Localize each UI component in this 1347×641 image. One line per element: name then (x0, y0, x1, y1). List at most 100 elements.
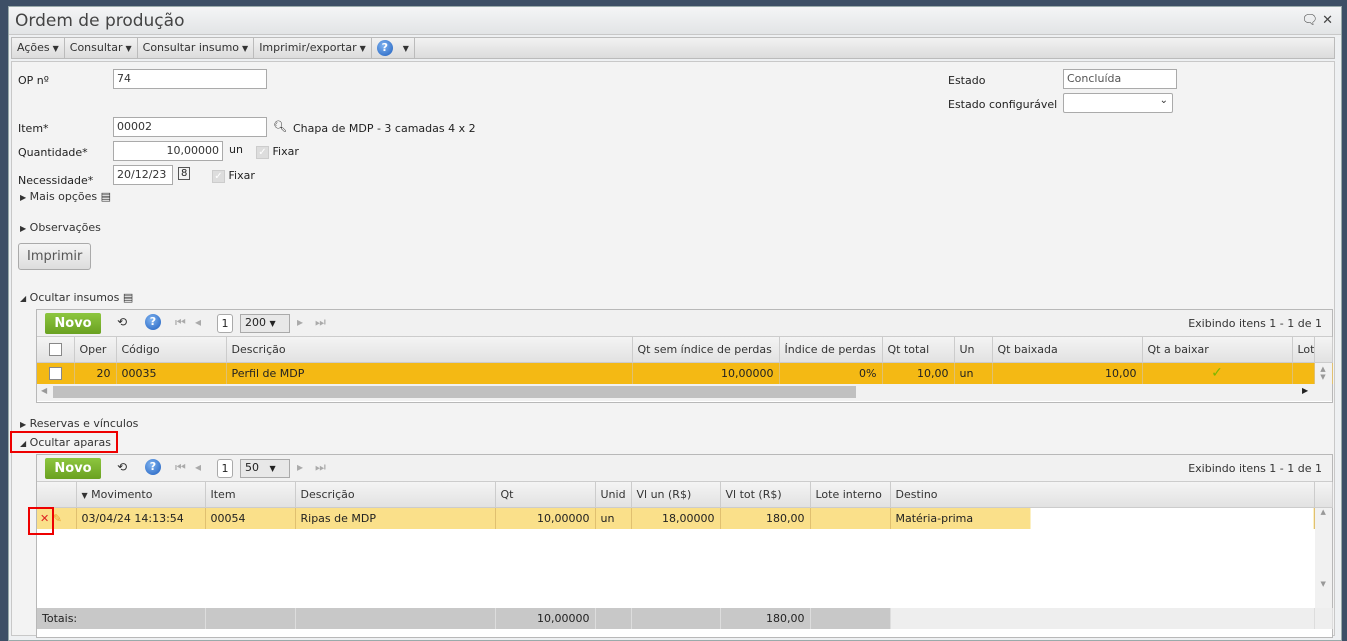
fixar-checkbox[interactable]: ✓ (256, 145, 269, 159)
section-label: Observações (29, 221, 101, 234)
ocultar-insumos-toggle[interactable]: ◢ Ocultar insumos ▤ (20, 291, 133, 304)
scroll-right-icon[interactable]: ▶ (1302, 386, 1308, 395)
scroll-thumb[interactable] (53, 386, 856, 398)
next-page-icon[interactable]: ▸ (297, 315, 303, 329)
totals-label: Totais: (37, 608, 206, 629)
menu-consultar-insumo[interactable]: Consultar insumo ▼ (138, 38, 255, 58)
menu-help[interactable]: ? ▼ (372, 38, 415, 58)
cell-oper: 20 (74, 362, 117, 384)
col-codigo[interactable]: Código (116, 337, 227, 363)
necessidade-field[interactable]: 20/12/23 (113, 165, 173, 185)
cell-vl-tot: 180,00 (720, 507, 811, 529)
calendar-icon[interactable]: 8 (178, 167, 191, 180)
cell-destino: Matéria-prima (890, 507, 1315, 529)
table-row[interactable]: 20 00035 Perfil de MDP 10,00000 0% 10,00… (37, 362, 1333, 384)
first-page-icon[interactable]: ⏮ (175, 460, 186, 475)
first-page-icon[interactable]: ⏮ (175, 315, 186, 330)
page-size-select[interactable]: 50 ▼ (240, 459, 290, 478)
cell-qt: 10,00000 (495, 507, 596, 529)
mais-opcoes-toggle[interactable]: ▶ Mais opções ▤ (20, 190, 111, 203)
menu-label: Imprimir/exportar (259, 41, 357, 54)
menu-imprimir-exportar[interactable]: Imprimir/exportar ▼ (254, 38, 372, 58)
col-unid[interactable]: Unid (595, 482, 632, 508)
horizontal-scrollbar[interactable]: ◀ ▶ (37, 384, 1332, 401)
destino-value: Matéria-prima (895, 511, 974, 525)
menu-bar: Ações ▼ Consultar ▼ Consultar insumo ▼ Impr… (11, 37, 1335, 59)
novo-insumo-button[interactable]: Novo (45, 313, 101, 334)
col-descricao[interactable]: Descrição (226, 337, 633, 363)
row-checkbox[interactable] (48, 367, 62, 380)
help-icon[interactable]: ? (145, 459, 161, 475)
col-descricao[interactable]: Descrição (295, 482, 496, 508)
cell-item: 00054 (205, 507, 296, 529)
cell-descricao: Ripas de MDP (295, 507, 496, 529)
select-all-checkbox[interactable] (48, 343, 62, 356)
refresh-icon[interactable]: ⟲ (117, 460, 127, 474)
col-indice-perdas[interactable]: Índice de perdas (779, 337, 883, 363)
estado-field: Concluída (1063, 69, 1177, 89)
prev-page-icon[interactable]: ◂ (195, 315, 201, 329)
aparas-table: ▼ Movimento Item Descrição Qt Unid Vl un… (37, 482, 1333, 629)
item-field[interactable]: 00002 (113, 117, 267, 137)
page-number[interactable]: 1 (217, 459, 233, 478)
refresh-icon[interactable]: ⟲ (117, 315, 127, 329)
quantidade-field[interactable]: 10,00000 (113, 141, 223, 161)
menu-acoes[interactable]: Ações ▼ (12, 38, 65, 58)
vertical-scrollbar[interactable]: ▲ ▼ (1314, 362, 1333, 384)
expand-icon: ▶ (20, 193, 27, 202)
novo-apara-button[interactable]: Novo (45, 458, 101, 479)
col-un[interactable]: Un (954, 337, 993, 363)
page-size-value: 50 (245, 461, 259, 474)
expand-icon: ▶ (20, 224, 27, 233)
estado-configuravel-select[interactable]: ⌄ (1063, 93, 1173, 113)
cell-unid: un (595, 507, 632, 529)
col-destino[interactable]: Destino (890, 482, 1315, 508)
edit-icon[interactable]: ✎ (53, 512, 62, 525)
vertical-scrollbar[interactable]: ▲ ▼ (1314, 507, 1332, 608)
page-number[interactable]: 1 (217, 314, 233, 333)
highlight-box (10, 431, 118, 453)
col-lote[interactable]: Lot (1292, 337, 1315, 363)
notes-icon: ▤ (100, 190, 112, 203)
close-icon[interactable]: ✕ (1322, 13, 1333, 28)
comment-icon[interactable]: 🗨 (1301, 13, 1318, 28)
table-header: ▼ Movimento Item Descrição Qt Unid Vl un… (37, 482, 1333, 508)
col-item[interactable]: Item (205, 482, 296, 508)
cell-indice: 0% (779, 362, 883, 384)
window-title: Ordem de produção (15, 11, 185, 31)
reservas-toggle[interactable]: ▶ Reservas e vínculos (20, 417, 138, 430)
col-lote-interno[interactable]: Lote interno (810, 482, 891, 508)
imprimir-button[interactable]: Imprimir (18, 243, 92, 270)
col-oper[interactable]: Oper (74, 337, 117, 363)
col-qt-baixada[interactable]: Qt baixada (992, 337, 1143, 363)
table-row[interactable]: ✕ ✎ 03/04/24 14:13:54 00054 Ripas de MDP… (37, 507, 1332, 608)
col-vl-tot[interactable]: Vl tot (R$) (720, 482, 811, 508)
col-qt-total[interactable]: Qt total (882, 337, 955, 363)
cell-qt-baixada: 10,00 (992, 362, 1143, 384)
observacoes-toggle[interactable]: ▶ Observações (20, 221, 101, 234)
last-page-icon[interactable]: ⏭ (315, 460, 326, 475)
cell-codigo: 00035 (116, 362, 227, 384)
col-vl-un[interactable]: Vl un (R$) (631, 482, 721, 508)
search-icon[interactable]: 🔍︎ (273, 120, 287, 133)
col-qt-sem-indice[interactable]: Qt sem índice de perdas (632, 337, 780, 363)
dropdown-icon: ▼ (359, 44, 366, 53)
menu-consultar[interactable]: Consultar ▼ (65, 38, 138, 58)
prev-page-icon[interactable]: ◂ (195, 460, 201, 474)
col-movimento[interactable]: ▼ Movimento (76, 482, 206, 508)
cell-descricao: Perfil de MDP (226, 362, 633, 384)
page-size-select[interactable]: 200 ▼ (240, 314, 290, 333)
next-page-icon[interactable]: ▸ (297, 460, 303, 474)
last-page-icon[interactable]: ⏭ (315, 315, 326, 330)
notes-icon: ▤ (122, 291, 134, 304)
insumos-table: Oper Código Descrição Qt sem índice de p… (37, 337, 1333, 384)
op-number-field[interactable]: 74 (113, 69, 267, 89)
table-header: Oper Código Descrição Qt sem índice de p… (37, 337, 1333, 363)
fixar-date-checkbox[interactable]: ✓ (212, 169, 225, 183)
col-qt-a-baixar[interactable]: Qt a baixar (1142, 337, 1293, 363)
scroll-left-icon[interactable]: ◀ (41, 386, 47, 395)
help-icon[interactable]: ? (145, 314, 161, 330)
menu-label: Consultar insumo (142, 41, 240, 54)
expand-icon: ▶ (20, 420, 27, 429)
col-qt[interactable]: Qt (495, 482, 596, 508)
